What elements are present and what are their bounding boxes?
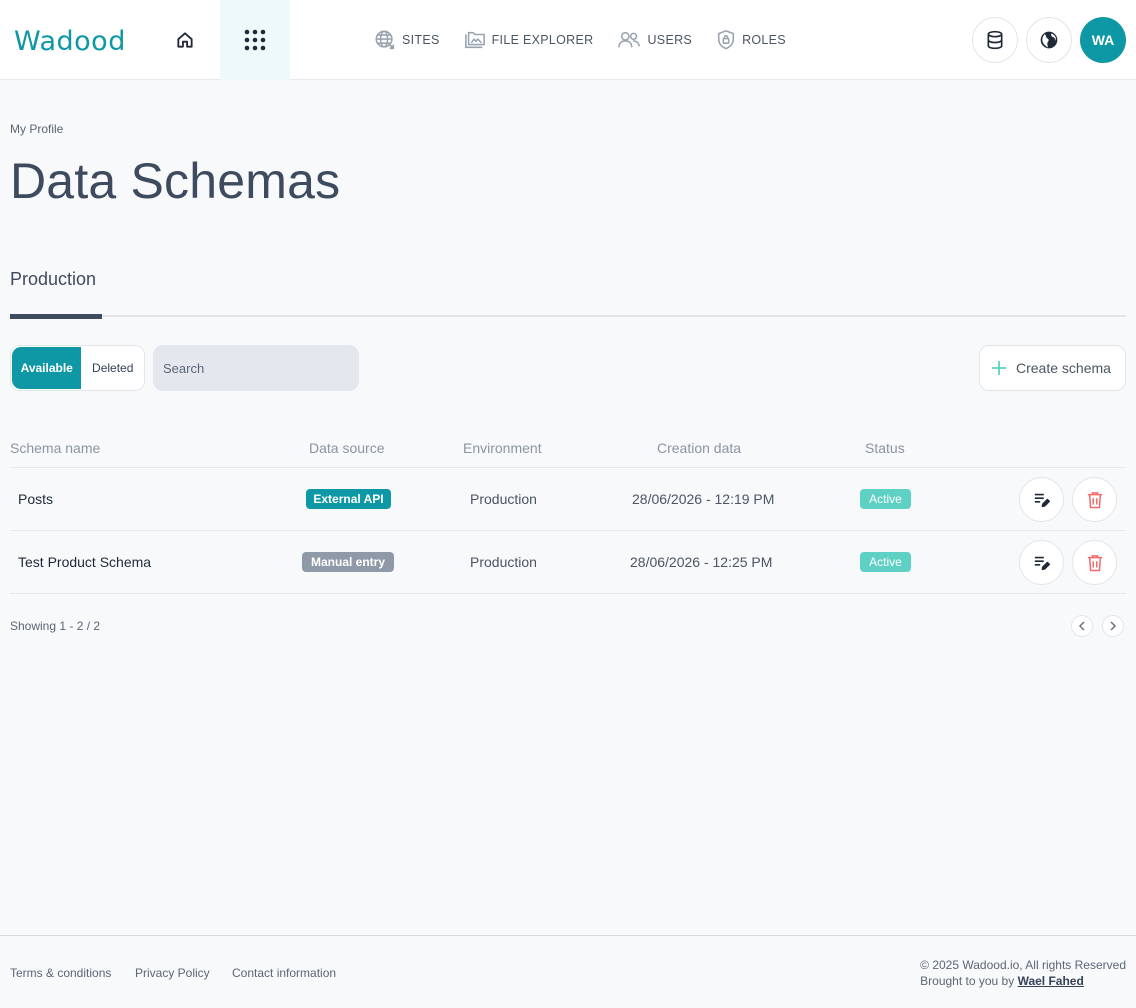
globe-icon bbox=[1040, 31, 1058, 49]
footer: Terms & conditions Privacy Policy Contac… bbox=[0, 935, 1136, 1008]
column-header-schema-name[interactable]: Schema name bbox=[10, 440, 100, 456]
previous-page-button[interactable] bbox=[1071, 615, 1093, 637]
column-header-status[interactable]: Status bbox=[865, 440, 905, 456]
column-header-data-source[interactable]: Data source bbox=[309, 440, 384, 456]
status-badge: Active bbox=[860, 552, 911, 572]
search-input[interactable] bbox=[153, 345, 359, 391]
availability-filter: Available Deleted bbox=[10, 345, 145, 391]
main-nav: SITES FILE EXPLORER USERS ROLES bbox=[374, 27, 786, 53]
next-page-button[interactable] bbox=[1102, 615, 1124, 637]
copyright-text: © 2025 Wadood.io, All rights Reserved bbox=[920, 958, 1126, 972]
delete-schema-button[interactable] bbox=[1072, 540, 1117, 585]
nav-item-label: USERS bbox=[647, 33, 693, 47]
copyright: © 2025 Wadood.io, All rights Reserved Br… bbox=[920, 957, 1126, 989]
nav-item-label: ROLES bbox=[742, 33, 786, 47]
tab-production[interactable]: Production bbox=[10, 266, 102, 319]
page-title: Data Schemas bbox=[10, 153, 341, 209]
nav-item-sites[interactable]: SITES bbox=[374, 27, 440, 53]
privacy-policy-link[interactable]: Privacy Policy bbox=[135, 966, 210, 980]
schema-name[interactable]: Posts bbox=[18, 491, 53, 507]
data-source-badge: Manual entry bbox=[302, 552, 394, 572]
create-schema-button[interactable]: Create schema bbox=[979, 345, 1126, 391]
folder-icon bbox=[464, 31, 485, 49]
pagination-summary: Showing 1 - 2 / 2 bbox=[10, 619, 101, 633]
credits-prefix: Brought to you by bbox=[920, 974, 1015, 988]
user-avatar[interactable]: WA bbox=[1080, 17, 1126, 63]
contact-information-link[interactable]: Contact information bbox=[232, 966, 336, 980]
terms-link[interactable]: Terms & conditions bbox=[10, 966, 111, 980]
home-icon bbox=[177, 32, 193, 48]
create-schema-label: Create schema bbox=[1016, 360, 1111, 376]
nav-item-roles[interactable]: ROLES bbox=[716, 27, 786, 53]
language-button[interactable] bbox=[1026, 17, 1072, 63]
column-header-creation-data[interactable]: Creation data bbox=[657, 440, 741, 456]
database-icon bbox=[987, 30, 1003, 50]
data-source-badge: External API bbox=[306, 489, 391, 509]
edit-schema-button[interactable] bbox=[1019, 477, 1064, 522]
author-link[interactable]: Wael Fahed bbox=[1018, 974, 1084, 988]
table-divider bbox=[10, 530, 1126, 531]
tab-label: Production bbox=[10, 269, 97, 289]
chevron-left-icon bbox=[1078, 621, 1085, 631]
creation-date-cell: 28/06/2026 - 12:19 PM bbox=[632, 491, 775, 507]
credits-line: Brought to you by Wael Fahed bbox=[920, 973, 1126, 989]
creation-date-cell: 28/06/2026 - 12:25 PM bbox=[630, 554, 773, 570]
environment-cell: Production bbox=[470, 554, 537, 570]
filter-available-button[interactable]: Available bbox=[12, 347, 82, 389]
home-button[interactable] bbox=[170, 26, 200, 54]
edit-schema-button[interactable] bbox=[1019, 540, 1064, 585]
nav-item-users[interactable]: USERS bbox=[617, 27, 692, 53]
nav-item-file-explorer[interactable]: FILE EXPLORER bbox=[464, 27, 594, 53]
globe-icon bbox=[375, 30, 395, 50]
active-tab-indicator bbox=[10, 314, 102, 319]
users-icon bbox=[618, 31, 641, 48]
database-button[interactable] bbox=[972, 17, 1018, 63]
trash-icon bbox=[1087, 491, 1102, 508]
wadood-logo[interactable]: Wadood bbox=[14, 26, 126, 57]
trash-icon bbox=[1087, 554, 1102, 571]
table-divider bbox=[10, 467, 1126, 468]
apps-menu-button[interactable] bbox=[220, 0, 290, 80]
grid-dots-icon bbox=[244, 29, 266, 51]
shield-icon bbox=[718, 30, 735, 50]
status-badge: Active bbox=[860, 489, 911, 509]
nav-item-label: FILE EXPLORER bbox=[491, 33, 594, 47]
delete-schema-button[interactable] bbox=[1072, 477, 1117, 522]
filter-deleted-button[interactable]: Deleted bbox=[81, 346, 144, 390]
column-header-environment[interactable]: Environment bbox=[463, 440, 542, 456]
environment-tabs: Production bbox=[10, 266, 1126, 319]
schema-name[interactable]: Test Product Schema bbox=[18, 554, 151, 570]
edit-list-icon bbox=[1034, 556, 1050, 570]
breadcrumb[interactable]: My Profile bbox=[10, 122, 63, 136]
top-navigation-bar: Wadood SITES FILE EXPLORER USERS ROLES W… bbox=[0, 0, 1136, 80]
chevron-right-icon bbox=[1110, 621, 1117, 631]
table-divider bbox=[10, 593, 1126, 594]
edit-list-icon bbox=[1034, 493, 1050, 507]
environment-cell: Production bbox=[470, 491, 537, 507]
nav-item-label: SITES bbox=[402, 33, 440, 47]
plus-icon bbox=[992, 361, 1006, 375]
